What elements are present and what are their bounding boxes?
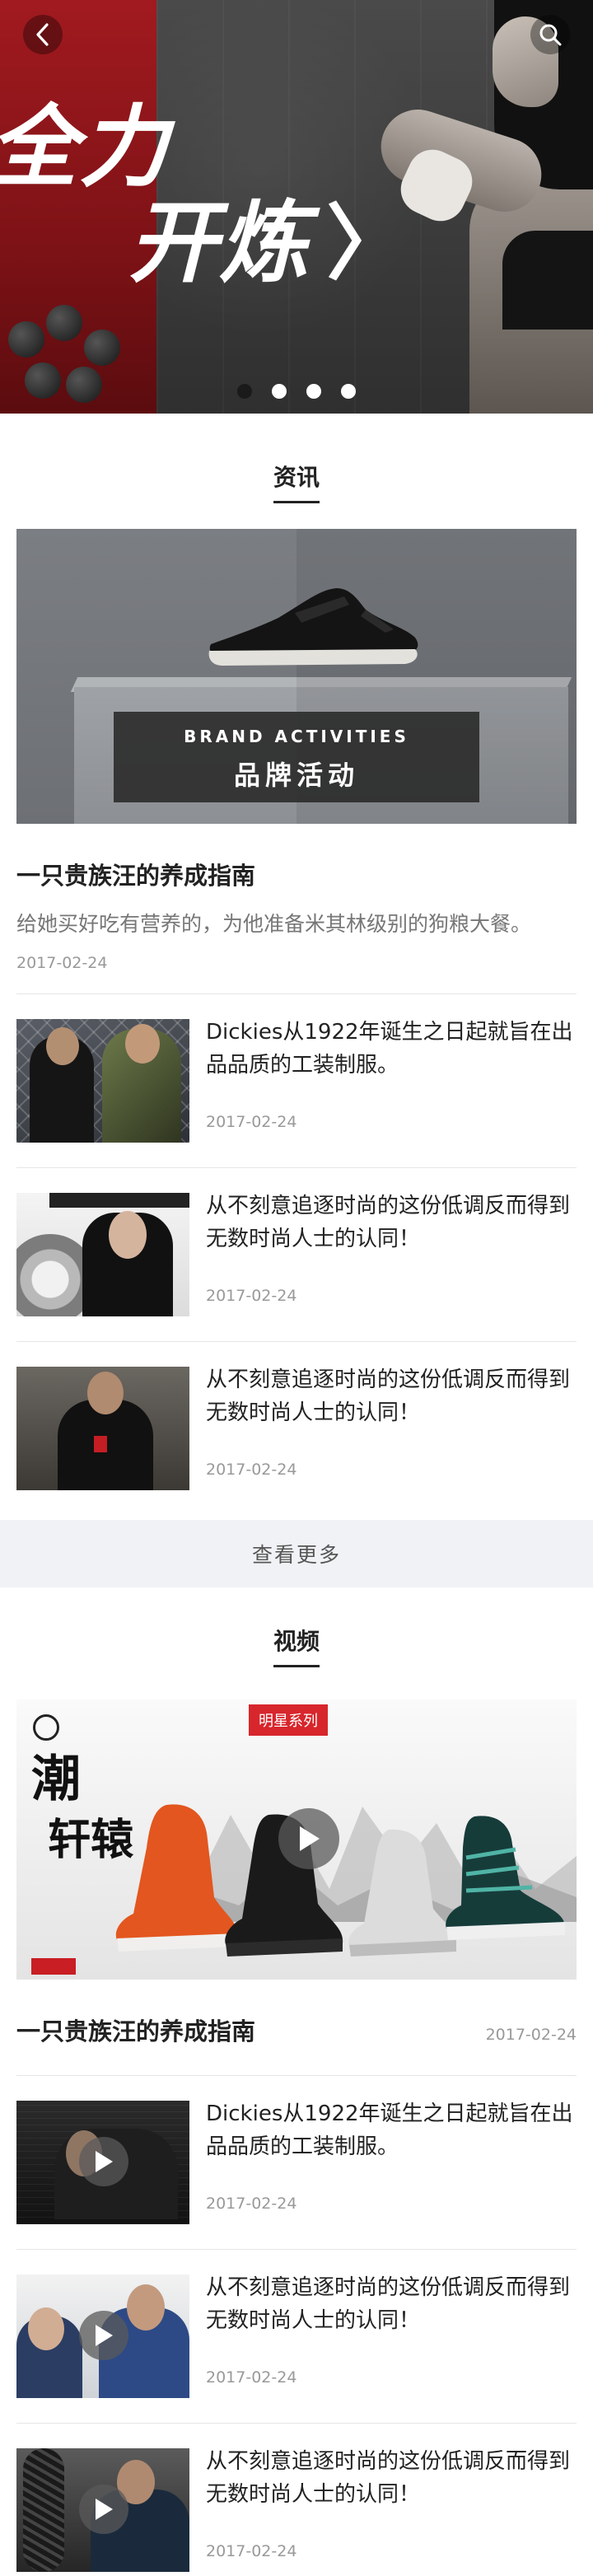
news-featured-title[interactable]: 一只贵族汪的养成指南 [16, 857, 577, 891]
news-item-title: Dickies从1922年诞生之日起就旨在出品品质的工装制服。 [206, 1020, 573, 1078]
search-icon [539, 24, 562, 46]
search-button[interactable] [530, 15, 570, 54]
hero-banner[interactable]: 全力 开炼 〉 [0, 0, 593, 414]
play-button[interactable] [79, 2137, 128, 2186]
news-thumbnail [16, 1193, 189, 1316]
carousel-dot[interactable] [341, 384, 356, 399]
play-icon [96, 2325, 113, 2346]
news-list-item[interactable]: 从不刻意追逐时尚的这份低调反而得到无数时尚人士的认同！ 2017-02-24 [0, 1168, 593, 1341]
video-thumbnail[interactable] [16, 2448, 189, 2572]
news-item-title: 从不刻意追逐时尚的这份低调反而得到无数时尚人士的认同！ [206, 1367, 571, 1425]
news-thumbnail [16, 1367, 189, 1490]
news-featured-card[interactable]: BRAND ACTIVITIES 品牌活动 一只贵族汪的养成指南 给她买好吃有营… [16, 529, 577, 972]
video-item-title: Dickies从1922年诞生之日起就旨在出品品质的工装制服。 [206, 2101, 573, 2159]
video-item-title: 从不刻意追逐时尚的这份低调反而得到无数时尚人士的认同！ [206, 2275, 571, 2333]
play-button[interactable] [79, 2311, 128, 2360]
carousel-dot[interactable] [237, 384, 252, 399]
news-item-date: 2017-02-24 [206, 1287, 297, 1305]
star-series-badge: 明星系列 [249, 1704, 328, 1736]
news-section-title: 资讯 [273, 460, 320, 503]
news-featured-image[interactable]: BRAND ACTIVITIES 品牌活动 [16, 529, 577, 824]
carousel-dots[interactable] [0, 384, 593, 399]
seal-icon [33, 1714, 59, 1741]
news-item-date: 2017-02-24 [206, 1113, 297, 1131]
video-item-date: 2017-02-24 [206, 2368, 297, 2387]
video-section-header: 视频 [0, 1587, 593, 1699]
news-item-date: 2017-02-24 [206, 1461, 297, 1479]
brand-activities-caption: BRAND ACTIVITIES 品牌活动 [114, 712, 479, 802]
play-icon [300, 1826, 320, 1851]
banner-slogan-arrow: 〉 [326, 195, 409, 292]
caption-english: BRAND ACTIVITIES [184, 727, 409, 746]
back-arrow-icon [36, 23, 49, 46]
view-more-button[interactable]: 查看更多 [0, 1520, 593, 1587]
video-featured-date: 2017-02-24 [485, 2026, 577, 2044]
news-thumbnail [16, 1019, 189, 1143]
video-item-date: 2017-02-24 [206, 2542, 297, 2560]
news-featured-description: 给她买好吃有营养的，为他准备米其林级别的狗粮大餐。 [16, 912, 532, 936]
banner-slogan-line2: 开炼 [128, 191, 311, 295]
news-item-title: 从不刻意追逐时尚的这份低调反而得到无数时尚人士的认同！ [206, 1194, 571, 1251]
news-list-item[interactable]: 从不刻意追逐时尚的这份低调反而得到无数时尚人士的认同！ 2017-02-24 [0, 1342, 593, 1515]
play-button[interactable] [278, 1808, 339, 1869]
video-featured-thumbnail[interactable]: 潮 轩辕 明星系列 [16, 1699, 577, 1980]
video-list-item[interactable]: 从不刻意追逐时尚的这份低调反而得到无数时尚人士的认同！ 2017-02-24 [0, 2424, 593, 2576]
news-list-item[interactable]: Dickies从1922年诞生之日起就旨在出品品质的工装制服。 2017-02-… [0, 994, 593, 1167]
sneaker-image [208, 588, 418, 666]
teal-sneaker-image [446, 1816, 565, 1940]
back-button[interactable] [23, 15, 63, 54]
video-item-date: 2017-02-24 [206, 2195, 297, 2213]
video-thumbnail[interactable] [16, 2274, 189, 2398]
play-icon [96, 2499, 113, 2520]
red-stamp-icon [31, 1958, 76, 1975]
play-button[interactable] [79, 2485, 128, 2534]
video-list-item[interactable]: Dickies从1922年诞生之日起就旨在出品品质的工装制服。 2017-02-… [0, 2076, 593, 2249]
video-item-title: 从不刻意追逐时尚的这份低调反而得到无数时尚人士的认同！ [206, 2449, 571, 2507]
news-featured-date: 2017-02-24 [16, 954, 108, 972]
news-section-header: 资讯 [0, 414, 593, 529]
video-list-item[interactable]: 从不刻意追逐时尚的这份低调反而得到无数时尚人士的认同！ 2017-02-24 [0, 2250, 593, 2423]
boxer-woman-image [371, 0, 593, 414]
carousel-dot[interactable] [306, 384, 321, 399]
video-featured-card[interactable]: 潮 轩辕 明星系列 一只贵族汪的养成指南 2017-02-24 [16, 1699, 577, 2047]
video-featured-title[interactable]: 一只贵族汪的养成指南 [16, 2013, 255, 2047]
carousel-dot[interactable] [272, 384, 287, 399]
play-icon [96, 2151, 113, 2172]
caption-chinese: 品牌活动 [233, 760, 359, 791]
video-thumbnail[interactable] [16, 2101, 189, 2224]
video-section-title: 视频 [273, 1624, 320, 1667]
